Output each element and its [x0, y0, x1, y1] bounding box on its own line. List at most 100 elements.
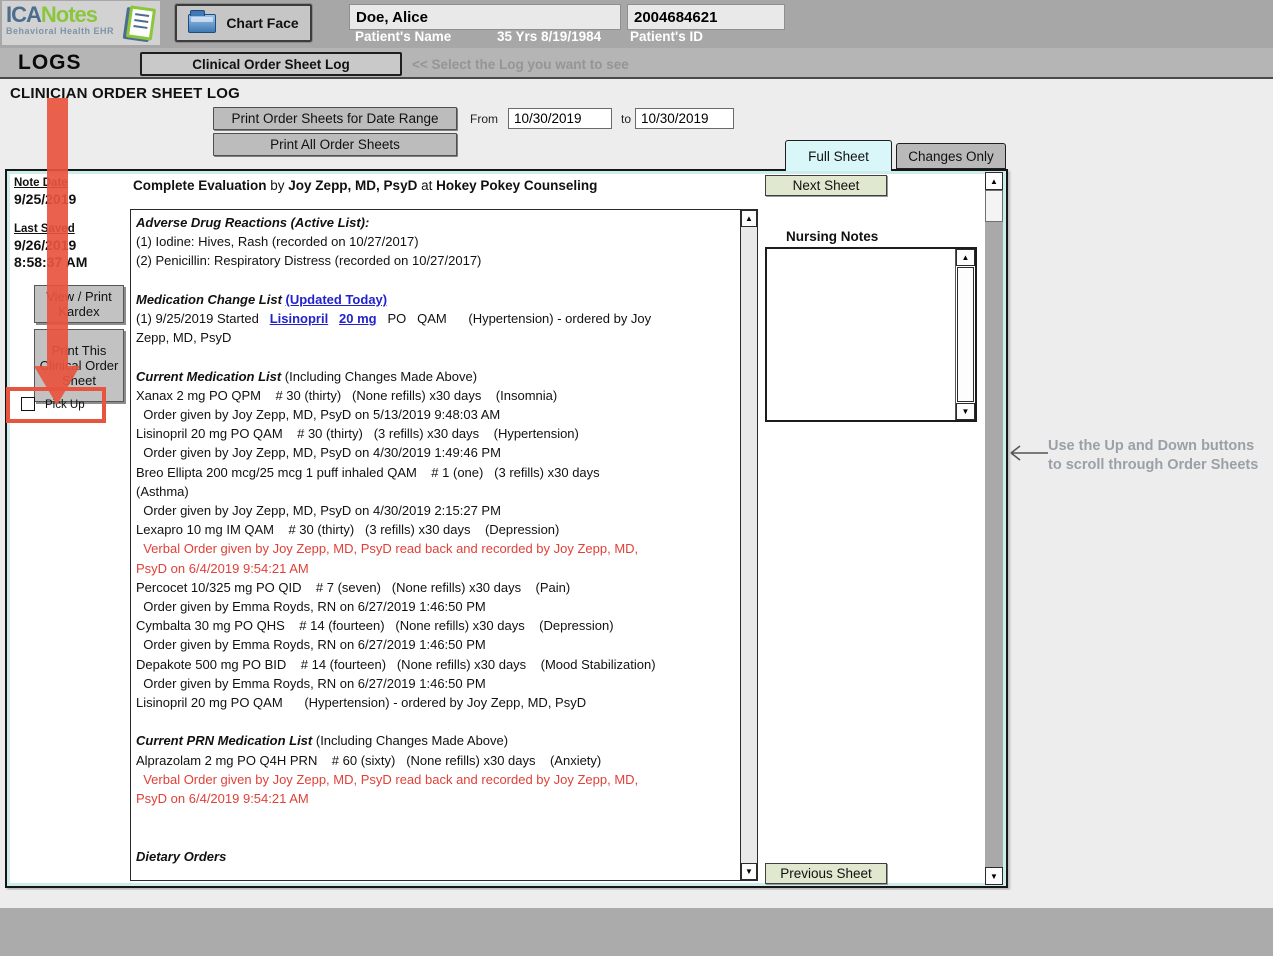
text-segment: by [267, 178, 289, 193]
document-line: Lisinopril 20 mg PO QAM (Hypertension) -… [136, 693, 738, 712]
text-segment: (1) Iodine: Hives, Rash (recorded on 10/… [136, 234, 419, 249]
text-segment: (Asthma) [136, 484, 189, 499]
document-line: Order given by Joy Zepp, MD, PsyD on 4/3… [136, 501, 738, 520]
from-date-input[interactable] [508, 108, 612, 129]
nursing-notes-textarea[interactable] [767, 249, 955, 420]
document-scrollbar: ▲ ▼ [740, 210, 757, 880]
text-segment [328, 311, 339, 326]
text-segment: Zepp, MD, PsyD [136, 330, 231, 345]
scroll-up-icon[interactable]: ▲ [741, 210, 757, 227]
scroll-down-icon[interactable]: ▼ [741, 863, 757, 880]
scroll-down-icon[interactable]: ▼ [985, 867, 1003, 885]
folder-icon [188, 14, 216, 33]
chart-face-button[interactable]: Chart Face [175, 4, 312, 42]
logs-title: LOGS [18, 51, 82, 75]
document-line: Zepp, MD, PsyD [136, 328, 738, 347]
text-segment: Verbal Order given by Joy Zepp, MD, PsyD… [136, 772, 638, 787]
text-segment: Joy Zepp, MD, PsyD [288, 178, 417, 193]
text-segment: Percocet 10/325 mg PO QID # 7 (seven) (N… [136, 580, 570, 595]
text-segment: PsyD on 6/4/2019 9:54:21 AM [136, 561, 309, 576]
document-content: Adverse Drug Reactions (Active List):(1)… [131, 210, 740, 880]
text-segment: Verbal Order given by Joy Zepp, MD, PsyD… [136, 541, 638, 556]
text-segment: Order given by Joy Zepp, MD, PsyD on 4/3… [136, 503, 501, 518]
text-segment: Lexapro 10 mg IM QAM # 30 (thirty) (3 re… [136, 522, 559, 537]
document-line [136, 347, 738, 366]
nursing-notes-box[interactable]: ▲ ▼ [765, 247, 977, 422]
scroll-up-icon[interactable]: ▲ [956, 249, 975, 266]
scroll-track[interactable] [741, 227, 757, 863]
nursing-notes-label: Nursing Notes [786, 229, 878, 244]
document-line: Lexapro 10 mg IM QAM # 30 (thirty) (3 re… [136, 520, 738, 539]
scroll-instruction-text: Use the Up and Down buttons to scroll th… [1048, 437, 1273, 475]
document-line: Dietary Orders [136, 847, 738, 866]
text-segment: Hokey Pokey Counseling [436, 178, 597, 193]
scroll-thumb[interactable] [985, 190, 1003, 222]
document-line: Lisinopril 20 mg PO QAM # 30 (thirty) (3… [136, 424, 738, 443]
document-line: Percocet 10/325 mg PO QID # 7 (seven) (N… [136, 578, 738, 597]
scroll-up-icon[interactable]: ▲ [985, 172, 1003, 190]
nursing-notes-scrollbar: ▲ ▼ [955, 249, 975, 420]
document-line: Order given by Emma Royds, RN on 6/27/20… [136, 597, 738, 616]
patient-id-field[interactable] [627, 4, 785, 30]
text-segment: Order given by Joy Zepp, MD, PsyD on 5/1… [136, 407, 500, 422]
text-segment: Cymbalta 30 mg PO QHS # 14 (fourteen) (N… [136, 618, 614, 633]
document-line: Order given by Joy Zepp, MD, PsyD on 5/1… [136, 405, 738, 424]
tab-full-sheet[interactable]: Full Sheet [785, 140, 892, 171]
patient-id-label: Patient's ID [630, 29, 703, 44]
text-segment: Lisinopril 20 mg PO QAM (Hypertension) -… [136, 695, 586, 710]
document-line: Medication Change List (Updated Today) [136, 290, 738, 309]
red-arrow-head-icon [34, 366, 80, 405]
document-line: (Asthma) [136, 482, 738, 501]
text-segment: at [417, 178, 436, 193]
text-segment: Depakote 500 mg PO BID # 14 (fourteen) (… [136, 657, 656, 672]
scroll-track[interactable] [985, 222, 1003, 867]
patient-age-dob: 35 Yrs 8/19/1984 [497, 29, 601, 44]
clinical-order-sheet-log-button[interactable]: Clinical Order Sheet Log [140, 52, 402, 76]
document-line: Current Medication List (Including Chang… [136, 367, 738, 386]
text-segment: Xanax 2 mg PO QPM # 30 (thirty) (None re… [136, 388, 557, 403]
previous-sheet-button[interactable]: Previous Sheet [765, 863, 887, 884]
to-date-input[interactable] [635, 108, 734, 129]
scroll-down-icon[interactable]: ▼ [956, 403, 975, 420]
document-line: Breo Ellipta 200 mcg/25 mcg 1 puff inhal… [136, 463, 738, 482]
text-segment: (2) Penicillin: Respiratory Distress (re… [136, 253, 481, 268]
footer-light-strip [0, 890, 1273, 908]
document-line: Alprazolam 2 mg PO Q4H PRN # 60 (sixty) … [136, 751, 738, 770]
order-sheet-scrollbar: ▲ ▼ [985, 172, 1003, 885]
document-line [136, 808, 738, 827]
notes-document-icon [126, 5, 156, 40]
document-line [136, 271, 738, 290]
document-line: (1) Iodine: Hives, Rash (recorded on 10/… [136, 232, 738, 251]
document-line [136, 828, 738, 847]
scroll-thumb[interactable] [957, 267, 974, 402]
tab-changes-only[interactable]: Changes Only [896, 143, 1006, 169]
text-segment: PsyD on 6/4/2019 9:54:21 AM [136, 791, 309, 806]
text-segment: (Including Changes Made Above) [281, 369, 477, 384]
next-sheet-button[interactable]: Next Sheet [765, 175, 887, 196]
text-segment: Order given by Emma Royds, RN on 6/27/20… [136, 599, 486, 614]
text-segment: Lisinopril 20 mg PO QAM # 30 (thirty) (3… [136, 426, 579, 441]
document-line: Verbal Order given by Joy Zepp, MD, PsyD… [136, 539, 738, 558]
icanotes-logo: ICANotes Behavioral Health EHR [2, 1, 160, 45]
page-title: CLINICIAN ORDER SHEET LOG [10, 85, 240, 102]
print-all-button[interactable]: Print All Order Sheets [213, 133, 457, 156]
document-line: (1) 9/25/2019 Started Lisinopril 20 mg P… [136, 309, 738, 328]
log-select-hint: << Select the Log you want to see [412, 57, 629, 72]
document-line: Cymbalta 30 mg PO QHS # 14 (fourteen) (N… [136, 616, 738, 635]
text-segment: PO QAM (Hypertension) - ordered by Joy [377, 311, 652, 326]
text-segment: Order given by Emma Royds, RN on 6/27/20… [136, 676, 486, 691]
medication-link[interactable]: (Updated Today) [286, 292, 388, 307]
left-arrow-icon [1006, 442, 1048, 464]
patient-name-label: Patient's Name [355, 29, 451, 44]
text-segment: Medication Change List [136, 292, 286, 307]
medication-link[interactable]: Lisinopril [270, 311, 329, 326]
document-line: Order given by Joy Zepp, MD, PsyD on 4/3… [136, 443, 738, 462]
text-segment: Current PRN Medication List [136, 733, 312, 748]
text-segment: Current Medication List [136, 369, 281, 384]
document-line: Order given by Emma Royds, RN on 6/27/20… [136, 635, 738, 654]
patient-name-field[interactable] [349, 4, 621, 30]
document-line: PsyD on 6/4/2019 9:54:21 AM [136, 789, 738, 808]
document-line [136, 712, 738, 731]
print-date-range-button[interactable]: Print Order Sheets for Date Range [213, 107, 457, 130]
medication-link[interactable]: 20 mg [339, 311, 377, 326]
